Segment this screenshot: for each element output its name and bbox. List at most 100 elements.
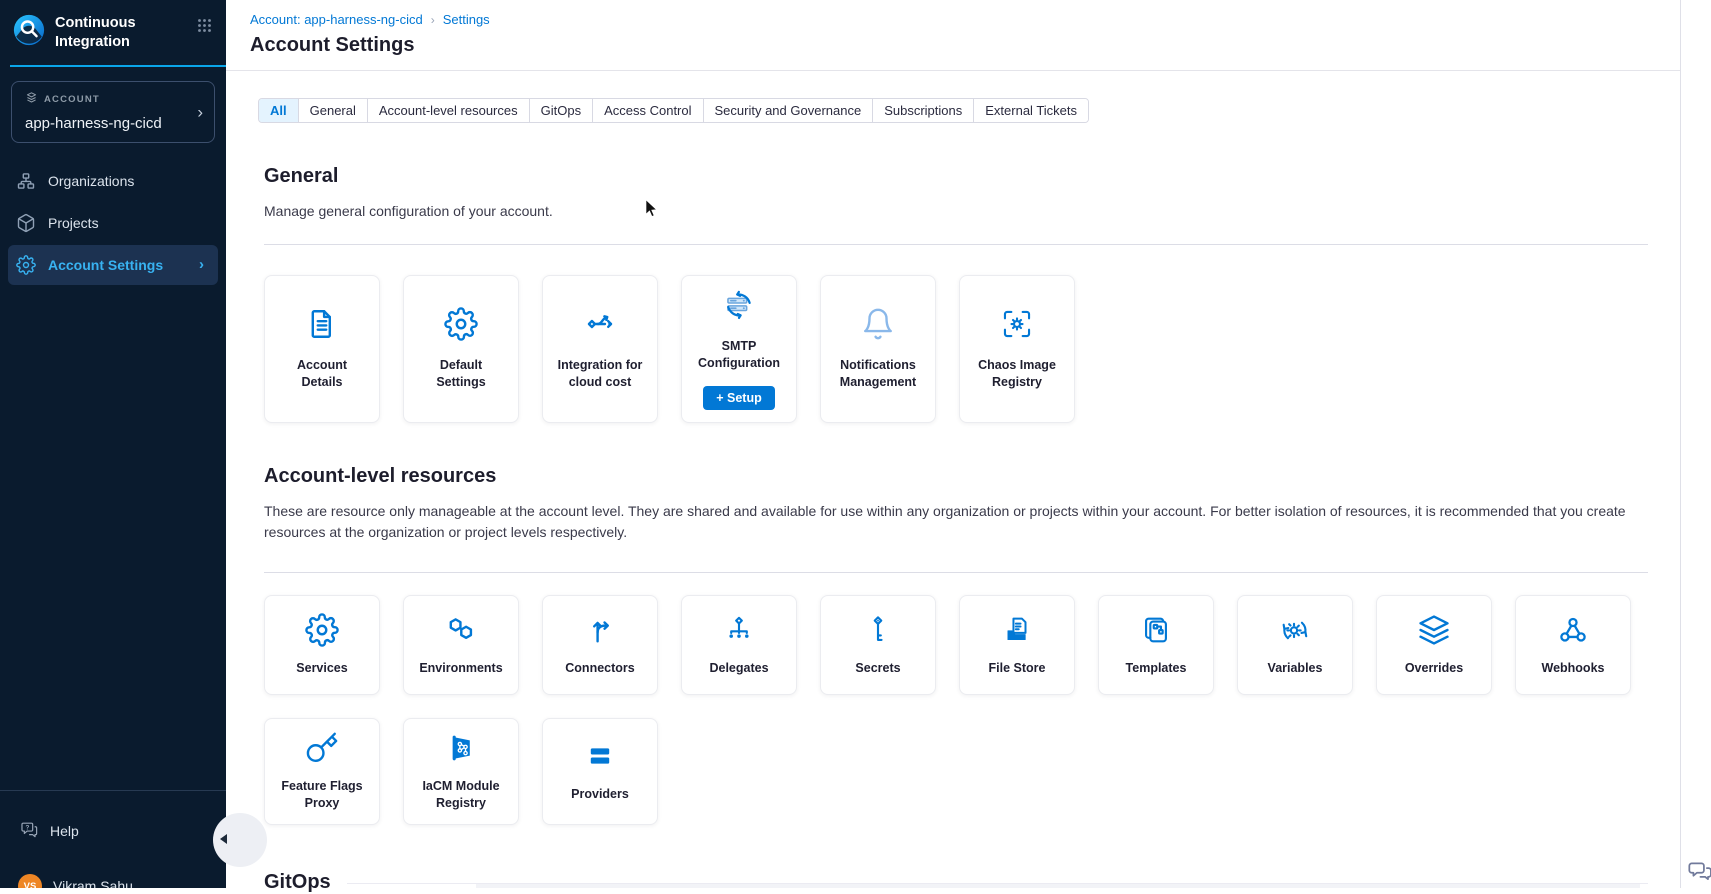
settings-tab[interactable]: Account-level resources xyxy=(368,99,530,122)
user-profile[interactable]: VS Vikram Sahu xyxy=(0,874,226,888)
card-label: Integration for cloud cost xyxy=(557,357,643,391)
settings-tab[interactable]: All xyxy=(259,99,299,122)
account-name: app-harness-ng-cicd xyxy=(25,115,201,132)
section-general: General Manage general configuration of … xyxy=(264,165,1648,423)
gear-sync-icon xyxy=(1278,613,1312,647)
settings-content: All General Account-level resources GitO… xyxy=(226,71,1680,894)
breadcrumb-separator: › xyxy=(431,13,435,27)
settings-card[interactable]: Notifications Management xyxy=(820,275,936,423)
card-label: Providers xyxy=(571,786,629,803)
settings-card[interactable]: Chaos Image Registry xyxy=(959,275,1075,423)
bell-icon xyxy=(861,307,895,341)
module-registry-icon xyxy=(444,731,478,765)
breadcrumb-account-link[interactable]: Account: app-harness-ng-cicd xyxy=(250,12,423,27)
section-divider xyxy=(264,244,1648,245)
scrollbar-gutter[interactable] xyxy=(1681,0,1711,888)
resource-card[interactable]: IaCM Module Registry xyxy=(403,718,519,825)
resource-card[interactable]: Variables xyxy=(1237,595,1353,695)
resource-cards: Services Environments Connectors xyxy=(264,595,1648,825)
card-label: Secrets xyxy=(855,660,900,677)
chevron-right-icon: › xyxy=(199,256,204,273)
resource-card[interactable]: Feature Flags Proxy xyxy=(264,718,380,825)
split-arrows-icon xyxy=(583,613,617,647)
settings-tab[interactable]: Access Control xyxy=(593,99,703,122)
webhook-icon xyxy=(1556,613,1590,647)
card-label: File Store xyxy=(989,660,1046,677)
resource-card[interactable]: Delegates xyxy=(681,595,797,695)
smtp-setup-button[interactable]: + Setup xyxy=(703,386,775,410)
settings-tab[interactable]: Subscriptions xyxy=(873,99,974,122)
account-selector[interactable]: ACCOUNT app-harness-ng-cicd › xyxy=(11,81,215,143)
module-accent-rule xyxy=(10,65,226,67)
resource-card[interactable]: Webhooks xyxy=(1515,595,1631,695)
resource-card[interactable]: Overrides xyxy=(1376,595,1492,695)
sidebar-collapse-button[interactable] xyxy=(213,813,267,867)
resource-card[interactable]: Connectors xyxy=(542,595,658,695)
card-label: Templates xyxy=(1126,660,1187,677)
sidebar-nav-label: Account Settings xyxy=(48,257,163,273)
sidebar-header: Continuous Integration xyxy=(0,0,226,52)
breadcrumb-settings-link[interactable]: Settings xyxy=(443,12,490,27)
resource-card[interactable]: Templates xyxy=(1098,595,1214,695)
sidebar: Continuous Integration ACCOUNT app-harne… xyxy=(0,0,226,888)
gear-icon xyxy=(444,307,478,341)
gear-icon xyxy=(16,255,36,275)
next-section-edge xyxy=(476,884,1640,888)
main-panel: Account: app-harness-ng-cicd › Settings … xyxy=(226,0,1681,888)
card-label: Notifications Management xyxy=(835,357,921,391)
mail-server-sync-icon xyxy=(722,288,756,322)
account-scope-label: ACCOUNT xyxy=(44,94,100,105)
general-section-description: Manage general configuration of your acc… xyxy=(264,201,1648,222)
help-button[interactable]: ? Help xyxy=(0,820,226,842)
section-divider xyxy=(264,572,1648,573)
double-bars-icon xyxy=(583,739,617,773)
section-gitops: GitOps xyxy=(264,871,1648,894)
resource-card[interactable]: Services xyxy=(264,595,380,695)
resource-card[interactable]: File Store xyxy=(959,595,1075,695)
sidebar-nav-item[interactable]: Account Settings › xyxy=(8,245,218,285)
card-label: Variables xyxy=(1268,660,1323,677)
settings-card[interactable]: Default Settings xyxy=(403,275,519,423)
section-account-level-resources: Account-level resources These are resour… xyxy=(264,465,1648,825)
resource-card[interactable]: Environments xyxy=(403,595,519,695)
page-header: Account: app-harness-ng-cicd › Settings … xyxy=(226,0,1680,71)
file-document-icon xyxy=(305,307,339,341)
card-label: SMTP Configuration xyxy=(696,338,782,372)
image-registry-gear-icon xyxy=(1000,307,1034,341)
hexagons-icon xyxy=(444,613,478,647)
harness-ci-logo-icon xyxy=(12,13,46,47)
file-tray-icon xyxy=(1000,613,1034,647)
sidebar-nav-item[interactable]: Organizations xyxy=(8,161,218,201)
general-section-title: General xyxy=(264,165,1648,188)
gear-icon xyxy=(305,613,339,647)
card-label: Environments xyxy=(419,660,502,677)
card-label: Feature Flags Proxy xyxy=(279,778,365,812)
help-label: Help xyxy=(50,823,79,839)
settings-card[interactable]: SMTP Configuration + Setup xyxy=(681,275,797,423)
general-cards: Account Details Default Settings Integ xyxy=(264,275,1648,423)
settings-tab[interactable]: General xyxy=(299,99,368,122)
card-label: Services xyxy=(296,660,347,677)
resource-card[interactable]: Providers xyxy=(542,718,658,825)
support-chat-button[interactable] xyxy=(1687,857,1711,887)
module-grid-icon[interactable] xyxy=(197,18,212,33)
product-name: Continuous Integration xyxy=(55,13,188,52)
user-name: Vikram Sahu xyxy=(53,878,133,888)
settings-tab[interactable]: External Tickets xyxy=(974,99,1088,122)
app-window: Continuous Integration ACCOUNT app-harne… xyxy=(0,0,1711,888)
card-label: Chaos Image Registry xyxy=(974,357,1060,391)
settings-card[interactable]: Integration for cloud cost xyxy=(542,275,658,423)
key-vertical-icon xyxy=(861,613,895,647)
card-label: Default Settings xyxy=(418,357,504,391)
resource-card[interactable]: Secrets xyxy=(820,595,936,695)
chevron-left-icon xyxy=(220,834,227,844)
sidebar-nav-item[interactable]: Projects xyxy=(8,203,218,243)
chevron-right-icon: › xyxy=(197,103,203,120)
page-title: Account Settings xyxy=(250,34,1656,57)
sidebar-nav-label: Organizations xyxy=(48,173,134,189)
key-icon xyxy=(305,731,339,765)
svg-text:?: ? xyxy=(26,824,30,831)
settings-card[interactable]: Account Details xyxy=(264,275,380,423)
settings-tab[interactable]: Security and Governance xyxy=(704,99,874,122)
settings-tab[interactable]: GitOps xyxy=(530,99,593,122)
